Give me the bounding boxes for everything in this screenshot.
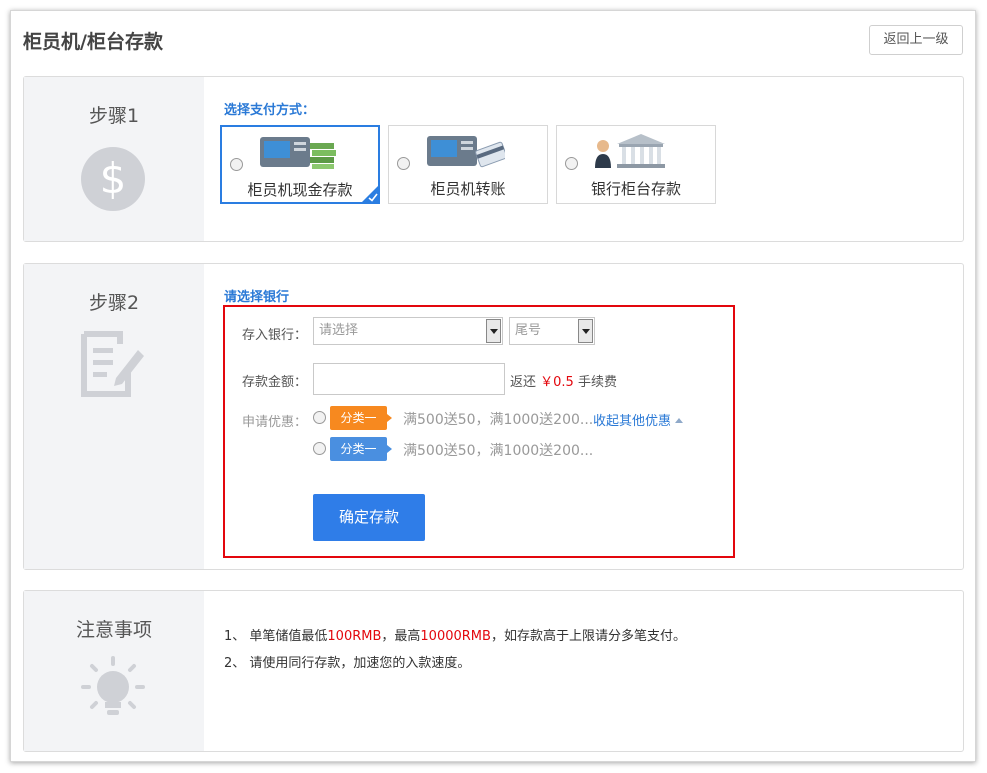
fee-prefix: 返还 <box>510 375 537 390</box>
option-bank-counter-label: 银行柜台存款 <box>590 180 681 198</box>
chevron-down-icon <box>578 319 593 343</box>
promo-radio-1[interactable] <box>313 411 326 424</box>
notice-line-1-prefix: 1、 单笔储值最低 <box>224 629 328 644</box>
fee-value: ￥0.5 <box>540 375 574 390</box>
bank-label: 存入银行： <box>242 328 308 343</box>
atm-card-icon <box>427 136 505 168</box>
payment-method-label: 选择支付方式： <box>224 103 316 118</box>
notice-line-1: 1、 单笔储值最低100RMB，最高10000RMB，如存款高于上限请分多笔支付… <box>224 625 686 644</box>
step1-sidebar: 步骤1 $ <box>24 77 204 241</box>
step1-title: 步骤1 <box>88 105 140 127</box>
selected-check-icon <box>361 185 379 203</box>
radio-atm-cash[interactable] <box>230 158 243 171</box>
option-atm-transfer[interactable]: 柜员机转账 <box>388 125 548 204</box>
back-button[interactable]: 返回上一级 <box>869 25 963 55</box>
dollar-icon: $ <box>81 147 145 211</box>
option-atm-cash[interactable]: 柜员机现金存款 <box>220 125 380 204</box>
edit-document-icon <box>81 331 144 397</box>
chevron-down-icon <box>486 319 501 343</box>
fee-text: 返还 ￥0.5 手续费 <box>510 371 617 390</box>
fee-suffix: 手续费 <box>577 375 617 390</box>
step2-title: 步骤2 <box>88 292 140 314</box>
promo-text-1: 满500送50，满1000送200... <box>403 412 594 428</box>
atm-cash-icon <box>260 137 336 169</box>
confirm-deposit-button[interactable]: 确定存款 <box>313 494 425 541</box>
radio-atm-transfer[interactable] <box>397 157 410 170</box>
radio-bank-counter[interactable] <box>565 157 578 170</box>
promo-label: 申请优惠： <box>242 415 308 430</box>
notice-line-1-suffix: ，如存款高于上限请分多笔支付。 <box>490 629 686 644</box>
tail-number-select[interactable]: 尾号 <box>509 317 595 345</box>
promo-tag-1: 分类一 <box>330 406 392 430</box>
choose-bank-label: 请选择银行 <box>224 290 290 305</box>
bank-form-highlight: 存入银行： 请选择 尾号 存款金额： 返还 ￥0.5 手续费 申请优惠： 分类一… <box>223 305 735 558</box>
tail-select-value: 尾号 <box>515 323 542 338</box>
notice-max-amount: 10000RMB <box>420 629 491 644</box>
bank-select[interactable]: 请选择 <box>313 317 503 345</box>
bank-select-value: 请选择 <box>319 323 359 338</box>
amount-input[interactable] <box>313 363 505 395</box>
collapse-promos-link[interactable]: 收起其他优惠 <box>593 410 684 429</box>
amount-label: 存款金额： <box>242 375 308 390</box>
notice-line-1-middle: ，最高 <box>381 629 421 644</box>
notice-min-amount: 100RMB <box>327 629 382 644</box>
option-atm-transfer-label: 柜员机转账 <box>430 180 506 198</box>
option-atm-cash-label: 柜员机现金存款 <box>247 181 353 199</box>
promo-text-2: 满500送50，满1000送200... <box>403 443 594 459</box>
notice-line-2: 2、 请使用同行存款，加速您的入款速度。 <box>224 656 471 671</box>
notice-title: 注意事项 <box>75 619 152 641</box>
bank-building-icon <box>595 134 665 168</box>
step1-panel: 步骤1 $ 选择支付方式： 柜员机现金存款 柜员机转账 银行柜台存款 <box>23 76 964 242</box>
notice-sidebar: 注意事项 <box>24 591 204 751</box>
step2-sidebar: 步骤2 <box>24 264 204 569</box>
lightbulb-icon <box>81 656 145 715</box>
page-title: 柜员机/柜台存款 <box>23 31 163 53</box>
step2-panel: 步骤2 请选择银行 存入银行： 请选择 尾号 存款金额： 返还 ￥0.5 手续费… <box>23 263 964 570</box>
notice-panel: 注意事项 1、 单笔储值最低100RMB，最高10000RMB，如存款高于上限请… <box>23 590 964 752</box>
promo-radio-2[interactable] <box>313 442 326 455</box>
collapse-promos-label: 收起其他优惠 <box>593 414 672 429</box>
promo-tag-2: 分类一 <box>330 437 392 461</box>
caret-up-icon <box>675 418 684 423</box>
deposit-page: 柜员机/柜台存款 返回上一级 步骤1 $ 选择支付方式： 柜员机现金存款 柜员机… <box>10 10 976 762</box>
option-bank-counter[interactable]: 银行柜台存款 <box>556 125 716 204</box>
